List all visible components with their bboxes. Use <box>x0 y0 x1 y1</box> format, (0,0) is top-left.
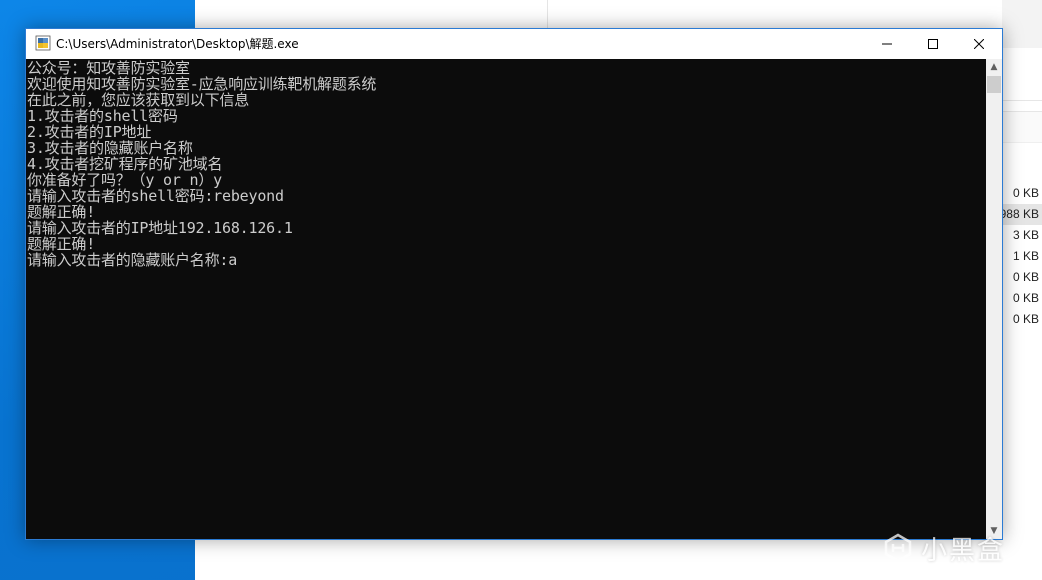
minimize-icon <box>882 43 892 45</box>
console-line: 欢迎使用知攻善防实验室-应急响应训练靶机解题系统 <box>27 75 377 93</box>
explorer-column-header[interactable] <box>1002 112 1042 143</box>
close-button[interactable] <box>956 29 1002 59</box>
file-size-selected[interactable]: 988 KB <box>999 204 1042 225</box>
console-line: 请输入攻击者的shell密码:rebeyond <box>27 187 284 205</box>
console-line: 公众号：知攻善防实验室 <box>27 59 190 77</box>
vertical-scrollbar[interactable]: ▲ ▼ <box>986 59 1002 539</box>
explorer-size-column: 0 KB 988 KB 3 KB 1 KB 0 KB 0 KB 0 KB <box>999 0 1042 580</box>
console-line: 你准备好了吗？（y or n）y <box>27 171 223 189</box>
scroll-thumb[interactable] <box>987 76 1001 93</box>
scroll-up-arrow-icon[interactable]: ▲ <box>986 59 1002 75</box>
console-output[interactable]: 公众号：知攻善防实验室 欢迎使用知攻善防实验室-应急响应训练靶机解题系统 在此之… <box>26 59 986 539</box>
watermark: 小黑盒 <box>883 528 1023 568</box>
console-line: 请输入攻击者的IP地址192.168.126.1 <box>27 219 293 237</box>
window-title: C:\Users\Administrator\Desktop\解题.exe <box>56 37 299 51</box>
console-line: 请输入攻击者的隐藏账户名称:a <box>27 251 238 269</box>
console-titlebar[interactable]: C:\Users\Administrator\Desktop\解题.exe <box>26 29 1002 59</box>
python-app-icon <box>35 35 51 51</box>
explorer-separator <box>1002 100 1042 101</box>
console-line: 1.攻击者的shell密码 <box>27 107 178 125</box>
console-line: 2.攻击者的IP地址 <box>27 123 152 141</box>
maximize-button[interactable] <box>910 29 956 59</box>
console-window[interactable]: C:\Users\Administrator\Desktop\解题.exe 公众… <box>25 28 1003 540</box>
explorer-toolbar <box>1002 0 1042 48</box>
watermark-text: 小黑盒 <box>921 535 1006 566</box>
watermark-logo-icon <box>884 533 912 563</box>
close-icon <box>974 39 984 49</box>
minimize-button[interactable] <box>864 29 910 59</box>
console-line: 题解正确! <box>27 203 96 221</box>
console-line: 3.攻击者的隐藏账户名称 <box>27 139 193 157</box>
maximize-icon <box>928 39 938 49</box>
console-line: 4.攻击者挖矿程序的矿池域名 <box>27 155 223 173</box>
console-line: 在此之前，您应该获取到以下信息 <box>27 91 250 109</box>
console-line: 题解正确! <box>27 235 96 253</box>
